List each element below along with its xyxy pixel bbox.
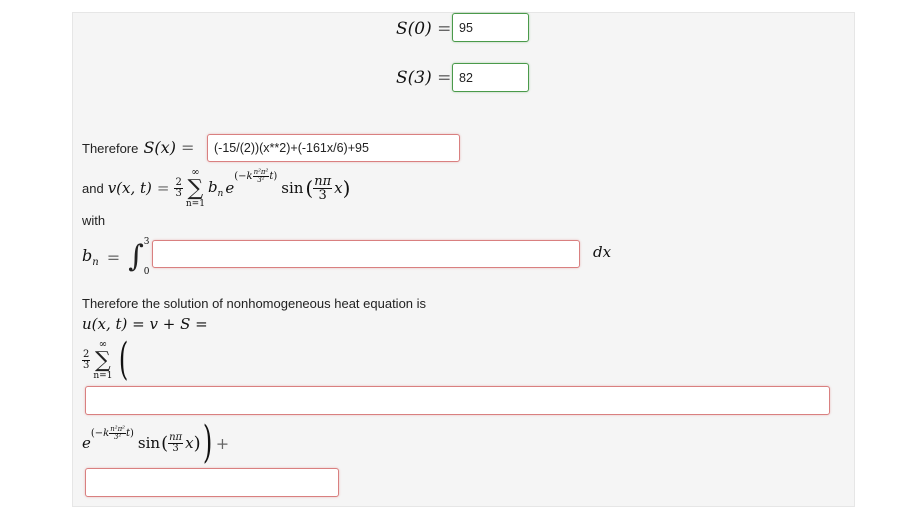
vx-exponent: (−k n²π² 3² t) xyxy=(234,168,278,184)
solution-sum-bottom: n=1 xyxy=(93,370,113,381)
solution-arg-num: nπ xyxy=(168,431,184,444)
vx-coefficient: 2 3 xyxy=(174,176,183,199)
bn-label: bn xyxy=(82,246,99,268)
vx-exp-den: 3² xyxy=(257,176,265,184)
solution-coefficient: 2 3 xyxy=(82,348,91,371)
vx-bn: bn xyxy=(208,178,223,199)
vx-arg-num: nπ xyxy=(313,173,333,189)
solution-exp-k: −k xyxy=(94,428,110,439)
s3-label: S(3) = xyxy=(396,65,451,91)
solution-term-input[interactable] xyxy=(85,386,830,415)
solution-sum: 2 3 ∞ ∑ n=1 ( xyxy=(82,335,133,385)
solution-sentence: Therefore the solution of nonhomogeneous… xyxy=(82,296,427,311)
sx-label: S(x) xyxy=(143,138,176,157)
solution-paren-close: ) xyxy=(202,417,212,468)
therefore-text: Therefore xyxy=(82,141,139,156)
solution-exponent: (−k n²π² 3² t) xyxy=(90,425,134,441)
vx-equals: = xyxy=(156,179,170,197)
solution-steady-input[interactable] xyxy=(85,468,339,497)
s0-label-text: S(0) xyxy=(396,19,432,39)
s0-equals: = xyxy=(437,19,452,39)
vx-coef-den: 3 xyxy=(175,187,182,199)
bn-formula: bn = ∫ 3 0 xyxy=(82,237,150,277)
solution-sin-arg: nπ 3 xyxy=(168,431,184,454)
solution-sin: sin xyxy=(137,434,161,452)
vx-e: e xyxy=(225,179,235,197)
solution-e: e xyxy=(82,434,91,452)
bn-label-sub: n xyxy=(92,257,99,269)
bn-upper-limit: 3 xyxy=(143,237,150,247)
vx-sin: sin xyxy=(281,179,304,197)
s3-label-text: S(3) xyxy=(396,68,432,88)
sx-input[interactable]: (-15/(2))(x**2)+(-161x/6)+95 xyxy=(207,134,460,162)
vx-arg-den: 3 xyxy=(318,187,327,203)
s3-equals: = xyxy=(437,68,452,88)
vx-sum-bottom: n=1 xyxy=(185,198,205,209)
vx-coef-num: 2 xyxy=(174,176,183,189)
solution-coef-num: 2 xyxy=(82,348,91,361)
solution-exp-sin: e (−k n²π² 3² t) sin ( nπ 3 x ) ) + xyxy=(82,417,230,468)
solution-paren-open: ( xyxy=(119,334,129,385)
s3-input[interactable]: 82 xyxy=(452,63,529,92)
solution-sigma: ∞ ∑ n=1 xyxy=(93,338,113,381)
with-text: with xyxy=(82,213,106,228)
solution-arg-den: 3 xyxy=(172,442,179,454)
solution-lhs: u(x, t) = v + S = xyxy=(82,315,208,333)
s0-label: S(0) = xyxy=(396,16,451,42)
vx-arg-x: x xyxy=(334,179,343,197)
vx-bn-b: b xyxy=(207,177,218,196)
bn-integrand-input[interactable] xyxy=(152,240,580,268)
vx-bn-sub: n xyxy=(217,188,224,199)
bn-dx: dx xyxy=(593,243,612,261)
vx-formula: and v(x, t) = 2 3 ∞ ∑ n=1 bn e (−k n²π² 3… xyxy=(82,166,351,209)
and-text: and xyxy=(82,180,104,196)
solution-arg-x: x xyxy=(185,434,194,452)
vx-sum: ∞ ∑ n=1 xyxy=(185,166,205,209)
solution-exp-den: 3² xyxy=(113,433,122,441)
vx-exp-k: −k xyxy=(238,171,253,182)
sx-row-label: Therefore S(x) = xyxy=(82,137,194,160)
bn-label-b: b xyxy=(82,245,93,265)
sx-equals: = xyxy=(181,138,195,157)
solution-coef-den: 3 xyxy=(83,359,90,371)
question-panel: S(0) = 95 S(3) = 82 Therefore S(x) = (-1… xyxy=(72,12,855,507)
vx-sin-arg: nπ 3 xyxy=(313,173,333,203)
bn-limits: 3 0 xyxy=(144,237,150,277)
vx-label: v(x, t) xyxy=(107,179,152,197)
solution-plus: + xyxy=(215,433,230,453)
bn-lower-limit: 0 xyxy=(143,267,150,277)
bn-equals: = xyxy=(106,247,121,267)
s0-input[interactable]: 95 xyxy=(452,13,529,42)
